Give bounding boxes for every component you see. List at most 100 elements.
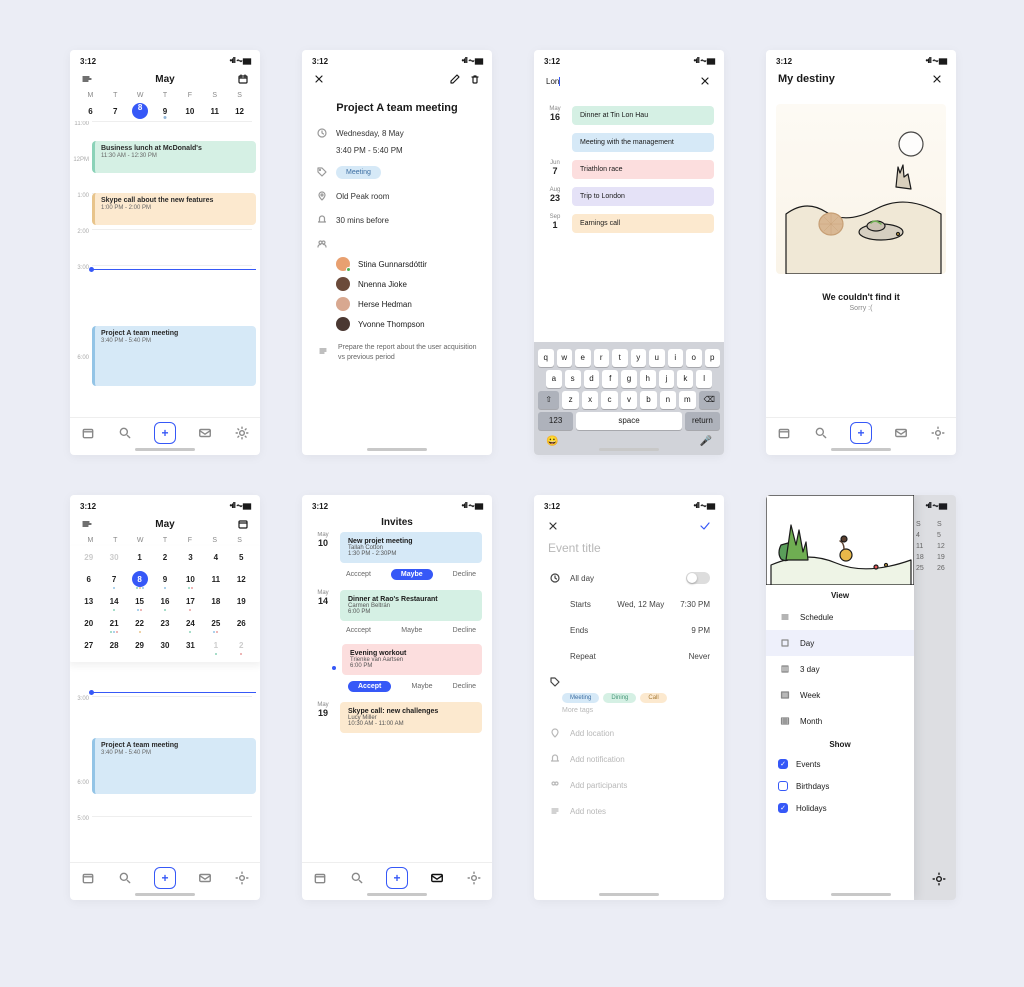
confirm-icon[interactable] bbox=[698, 519, 712, 533]
month-day[interactable]: 1 bbox=[203, 636, 228, 654]
month-day[interactable]: 8 bbox=[127, 570, 152, 588]
month-day[interactable]: 2 bbox=[152, 548, 177, 566]
month-day[interactable]: 17 bbox=[178, 592, 203, 610]
checkbox[interactable]: ✓ bbox=[778, 803, 788, 813]
attendee[interactable]: Herse Hedman bbox=[336, 297, 478, 311]
space-key[interactable]: space bbox=[576, 412, 682, 430]
month-day[interactable]: 22 bbox=[127, 614, 152, 632]
today-icon[interactable] bbox=[236, 517, 250, 531]
month-day[interactable]: 4 bbox=[203, 548, 228, 566]
row-notification[interactable]: Add notification bbox=[534, 746, 724, 772]
row-ends[interactable]: Ends9 PM bbox=[534, 617, 724, 643]
edit-icon[interactable] bbox=[448, 72, 462, 86]
month-day[interactable]: 7 bbox=[101, 570, 126, 588]
event-project-a[interactable]: Project A team meeting3:40 PM - 5:40 PM bbox=[92, 738, 256, 794]
calendar-tab-icon[interactable] bbox=[313, 871, 327, 885]
selected-day[interactable]: 8 bbox=[132, 103, 148, 119]
invite-action[interactable]: Acccept bbox=[346, 627, 371, 634]
view-option[interactable]: Week bbox=[766, 682, 914, 708]
month-day[interactable]: 6 bbox=[76, 570, 101, 588]
close-icon[interactable] bbox=[312, 72, 326, 86]
row-participants[interactable]: Add participants bbox=[534, 772, 724, 798]
invite-action[interactable]: Acccept bbox=[346, 571, 371, 578]
mail-tab-icon[interactable] bbox=[198, 871, 212, 885]
month-day[interactable]: 14 bbox=[101, 592, 126, 610]
delete-icon[interactable] bbox=[468, 72, 482, 86]
show-option[interactable]: Birthdays bbox=[766, 775, 914, 797]
month-day[interactable]: 29 bbox=[76, 548, 101, 566]
row-notes[interactable]: Add notes bbox=[534, 798, 724, 824]
month-title[interactable]: May bbox=[94, 74, 236, 85]
event-tag[interactable]: Meeting bbox=[336, 166, 381, 179]
month-day[interactable]: 2 bbox=[229, 636, 254, 654]
invite-action[interactable]: Maybe bbox=[401, 627, 422, 634]
view-option[interactable]: Schedule bbox=[766, 604, 914, 630]
dates-row[interactable]: 6 7 8 9 10 11 12 bbox=[70, 101, 260, 121]
event-tag[interactable]: Dining bbox=[603, 693, 636, 703]
today-icon[interactable] bbox=[236, 72, 250, 86]
mic-key[interactable]: 🎤 bbox=[700, 436, 712, 447]
invite-action[interactable]: Decline bbox=[453, 571, 476, 578]
month-day[interactable]: 19 bbox=[229, 592, 254, 610]
month-day[interactable]: 26 bbox=[229, 614, 254, 632]
event-skype[interactable]: Skype call about the new features1:00 PM… bbox=[92, 193, 256, 225]
mail-tab-icon[interactable] bbox=[198, 426, 212, 440]
add-button[interactable]: + bbox=[154, 422, 176, 444]
emoji-key[interactable]: 😀 bbox=[546, 436, 558, 447]
search-result[interactable]: Sep1Earnings call bbox=[544, 214, 714, 233]
add-button[interactable]: + bbox=[850, 422, 872, 444]
month-day[interactable]: 24 bbox=[178, 614, 203, 632]
month-day[interactable]: 30 bbox=[152, 636, 177, 654]
month-day[interactable]: 9 bbox=[152, 570, 177, 588]
add-button[interactable]: + bbox=[154, 867, 176, 889]
invite-action[interactable]: Maybe bbox=[391, 569, 433, 580]
shift-key[interactable]: ⇧ bbox=[538, 391, 559, 409]
checkbox[interactable] bbox=[778, 781, 788, 791]
checkbox[interactable]: ✓ bbox=[778, 759, 788, 769]
month-day[interactable]: 27 bbox=[76, 636, 101, 654]
invite-action[interactable]: Maybe bbox=[411, 683, 432, 690]
invite-card[interactable]: Skype call: new challengesLucy Miller10:… bbox=[340, 702, 482, 733]
month-day[interactable]: 20 bbox=[76, 614, 101, 632]
event-lunch[interactable]: Business lunch at McDonald's11:30 AM - 1… bbox=[92, 141, 256, 173]
attendee[interactable]: Nnenna Jioke bbox=[336, 277, 478, 291]
mail-tab-icon[interactable] bbox=[894, 426, 908, 440]
event-tag[interactable]: Call bbox=[640, 693, 666, 703]
month-day[interactable]: 12 bbox=[229, 570, 254, 588]
event-tag[interactable]: Meeting bbox=[562, 693, 599, 703]
attendee[interactable]: Stina Gunnarsdóttir bbox=[336, 257, 478, 271]
month-day[interactable]: 1 bbox=[127, 548, 152, 566]
calendar-tab-icon[interactable] bbox=[81, 426, 95, 440]
search-tab-icon[interactable] bbox=[814, 426, 828, 440]
month-day[interactable]: 23 bbox=[152, 614, 177, 632]
month-day[interactable]: 30 bbox=[101, 548, 126, 566]
menu-icon[interactable] bbox=[80, 517, 94, 531]
search-tab-icon[interactable] bbox=[118, 871, 132, 885]
menu-icon[interactable] bbox=[80, 72, 94, 86]
row-repeat[interactable]: RepeatNever bbox=[534, 643, 724, 669]
calendar-tab-icon[interactable] bbox=[81, 871, 95, 885]
month-day[interactable]: 31 bbox=[178, 636, 203, 654]
calendar-tab-icon[interactable] bbox=[777, 426, 791, 440]
month-day[interactable]: 13 bbox=[76, 592, 101, 610]
close-icon[interactable] bbox=[546, 519, 560, 533]
settings-tab-icon[interactable] bbox=[235, 426, 249, 440]
search-tab-icon[interactable] bbox=[118, 426, 132, 440]
numbers-key[interactable]: 123 bbox=[538, 412, 573, 430]
search-tab-icon[interactable] bbox=[350, 871, 364, 885]
mail-tab-icon[interactable] bbox=[430, 871, 444, 885]
view-option[interactable]: 3 day bbox=[766, 656, 914, 682]
event-project-a[interactable]: Project A team meeting3:40 PM - 5:40 PM bbox=[92, 326, 256, 386]
month-day[interactable]: 28 bbox=[101, 636, 126, 654]
month-day[interactable]: 29 bbox=[127, 636, 152, 654]
search-result[interactable]: Meeting with the management bbox=[544, 133, 714, 152]
more-tags-link[interactable]: More tags bbox=[534, 705, 724, 720]
search-result[interactable]: Jun7Triathlon race bbox=[544, 160, 714, 179]
month-day[interactable]: 25 bbox=[203, 614, 228, 632]
invite-card[interactable]: Evening workoutTrienke van Aartsen6:00 P… bbox=[342, 644, 482, 675]
month-day[interactable]: 18 bbox=[203, 592, 228, 610]
event-title-input[interactable]: Event title bbox=[534, 535, 724, 565]
search-input[interactable]: Lon bbox=[546, 77, 560, 86]
month-grid[interactable]: 2930123456789101112131415161718192021222… bbox=[70, 546, 260, 662]
attendee[interactable]: Yvonne Thompson bbox=[336, 317, 478, 331]
